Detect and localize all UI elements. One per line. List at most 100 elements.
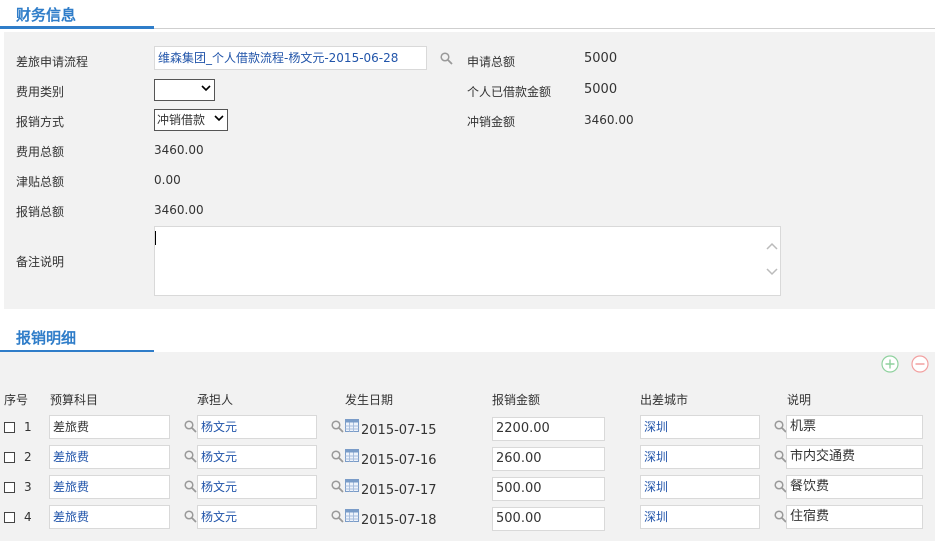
row-number: 1 bbox=[24, 420, 32, 434]
col-header-date: 发生日期 bbox=[345, 393, 394, 407]
row-number: 2 bbox=[24, 450, 32, 464]
person-value: 杨文元 bbox=[201, 510, 238, 524]
apply-total-label: 申请总额 bbox=[467, 55, 516, 69]
note-field[interactable]: 机票 bbox=[786, 415, 923, 439]
city-field[interactable]: 深圳 bbox=[640, 475, 760, 499]
amount-field[interactable]: 500.00 bbox=[492, 477, 605, 501]
search-icon[interactable] bbox=[331, 420, 344, 433]
offset-amount-label: 冲销金额 bbox=[467, 115, 516, 129]
offset-amount-value: 3460.00 bbox=[584, 113, 634, 127]
row-checkbox[interactable] bbox=[4, 422, 15, 433]
subject-field[interactable]: 差旅费 bbox=[49, 475, 170, 499]
date-value[interactable]: 2015-07-15 bbox=[361, 423, 437, 438]
text-cursor bbox=[155, 231, 156, 245]
apply-total-value: 5000 bbox=[584, 51, 618, 66]
search-icon[interactable] bbox=[184, 420, 197, 433]
amount-value: 2200.00 bbox=[496, 421, 550, 436]
city-value: 深圳 bbox=[644, 480, 669, 494]
date-value[interactable]: 2015-07-16 bbox=[361, 453, 437, 468]
expense-total-value: 3460.00 bbox=[154, 143, 204, 157]
row-number: 4 bbox=[24, 510, 32, 524]
amount-field[interactable]: 260.00 bbox=[492, 447, 605, 471]
city-value: 深圳 bbox=[644, 450, 669, 464]
travel-process-field[interactable]: 维森集团_个人借款流程-杨文元-2015-06-28 bbox=[154, 46, 427, 70]
person-value: 杨文元 bbox=[201, 450, 238, 464]
search-icon[interactable] bbox=[331, 450, 344, 463]
subject-field[interactable]: 差旅费 bbox=[49, 445, 170, 469]
city-value: 深圳 bbox=[644, 420, 669, 434]
amount-field[interactable]: 2200.00 bbox=[492, 417, 605, 441]
person-field[interactable]: 杨文元 bbox=[197, 445, 317, 469]
note-value: 住宿费 bbox=[790, 509, 830, 524]
expense-type-select[interactable] bbox=[154, 79, 215, 101]
city-field[interactable]: 深圳 bbox=[640, 415, 760, 439]
col-header-person: 承担人 bbox=[197, 393, 234, 407]
subject-field[interactable]: 差旅费 bbox=[49, 415, 170, 439]
row-checkbox[interactable] bbox=[4, 452, 15, 463]
reimburse-total-value: 3460.00 bbox=[154, 203, 204, 217]
reimburse-method-select[interactable]: 冲销借款 bbox=[154, 109, 228, 131]
date-value[interactable]: 2015-07-18 bbox=[361, 513, 437, 528]
reimburse-method-label: 报销方式 bbox=[16, 115, 65, 129]
search-icon[interactable] bbox=[184, 450, 197, 463]
search-icon[interactable] bbox=[331, 480, 344, 493]
amount-value: 500.00 bbox=[496, 511, 542, 526]
chevron-down-icon bbox=[214, 115, 224, 122]
search-icon[interactable] bbox=[184, 480, 197, 493]
person-value: 杨文元 bbox=[201, 480, 238, 494]
remarks-textarea[interactable] bbox=[154, 226, 781, 296]
search-icon[interactable] bbox=[331, 510, 344, 523]
row-checkbox[interactable] bbox=[4, 482, 15, 493]
subject-field[interactable]: 差旅费 bbox=[49, 505, 170, 529]
col-header-note: 说明 bbox=[787, 393, 812, 407]
person-field[interactable]: 杨文元 bbox=[197, 475, 317, 499]
note-value: 机票 bbox=[790, 419, 817, 434]
subject-value: 差旅费 bbox=[53, 480, 90, 494]
note-value: 餐饮费 bbox=[790, 479, 830, 494]
city-value: 深圳 bbox=[644, 510, 669, 524]
col-header-subject: 预算科目 bbox=[50, 393, 99, 407]
row-checkbox[interactable] bbox=[4, 512, 15, 523]
col-header-no: 序号 bbox=[4, 393, 29, 407]
calendar-icon[interactable] bbox=[345, 418, 359, 432]
col-header-amount: 报销金额 bbox=[492, 393, 541, 407]
subject-value: 差旅费 bbox=[53, 450, 90, 464]
person-field[interactable]: 杨文元 bbox=[197, 505, 317, 529]
borrowed-amount-label: 个人已借款金额 bbox=[467, 85, 552, 99]
col-header-city: 出差城市 bbox=[640, 393, 689, 407]
note-value: 市内交通费 bbox=[790, 449, 856, 464]
date-value[interactable]: 2015-07-17 bbox=[361, 483, 437, 498]
add-row-button[interactable] bbox=[881, 355, 899, 373]
details-section-title: 报销明细 bbox=[16, 329, 77, 347]
calendar-icon[interactable] bbox=[345, 478, 359, 492]
remarks-label: 备注说明 bbox=[16, 255, 65, 269]
calendar-icon[interactable] bbox=[345, 448, 359, 462]
remove-row-button[interactable] bbox=[911, 355, 929, 373]
allowance-total-label: 津贴总额 bbox=[16, 175, 65, 189]
subject-value: 差旅费 bbox=[53, 510, 90, 524]
search-icon[interactable] bbox=[184, 510, 197, 523]
city-field[interactable]: 深圳 bbox=[640, 505, 760, 529]
person-value: 杨文元 bbox=[201, 420, 238, 434]
subject-value: 差旅费 bbox=[53, 420, 90, 434]
borrowed-amount-value: 5000 bbox=[584, 82, 618, 97]
expense-type-label: 费用类别 bbox=[16, 85, 65, 99]
finance-section-title: 财务信息 bbox=[16, 6, 77, 24]
calendar-icon[interactable] bbox=[345, 508, 359, 522]
search-icon[interactable] bbox=[440, 52, 453, 65]
row-number: 3 bbox=[24, 480, 32, 494]
note-field[interactable]: 餐饮费 bbox=[786, 475, 923, 499]
note-field[interactable]: 市内交通费 bbox=[786, 445, 923, 469]
person-field[interactable]: 杨文元 bbox=[197, 415, 317, 439]
expense-total-label: 费用总额 bbox=[16, 145, 65, 159]
scroll-down-icon[interactable] bbox=[766, 267, 778, 277]
travel-process-label: 差旅申请流程 bbox=[16, 55, 89, 69]
amount-field[interactable]: 500.00 bbox=[492, 507, 605, 531]
allowance-total-value: 0.00 bbox=[154, 173, 181, 187]
note-field[interactable]: 住宿费 bbox=[786, 505, 923, 529]
scroll-up-icon[interactable] bbox=[766, 241, 778, 251]
amount-value: 260.00 bbox=[496, 451, 542, 466]
amount-value: 500.00 bbox=[496, 481, 542, 496]
city-field[interactable]: 深圳 bbox=[640, 445, 760, 469]
travel-process-value: 维森集团_个人借款流程-杨文元-2015-06-28 bbox=[158, 51, 399, 65]
